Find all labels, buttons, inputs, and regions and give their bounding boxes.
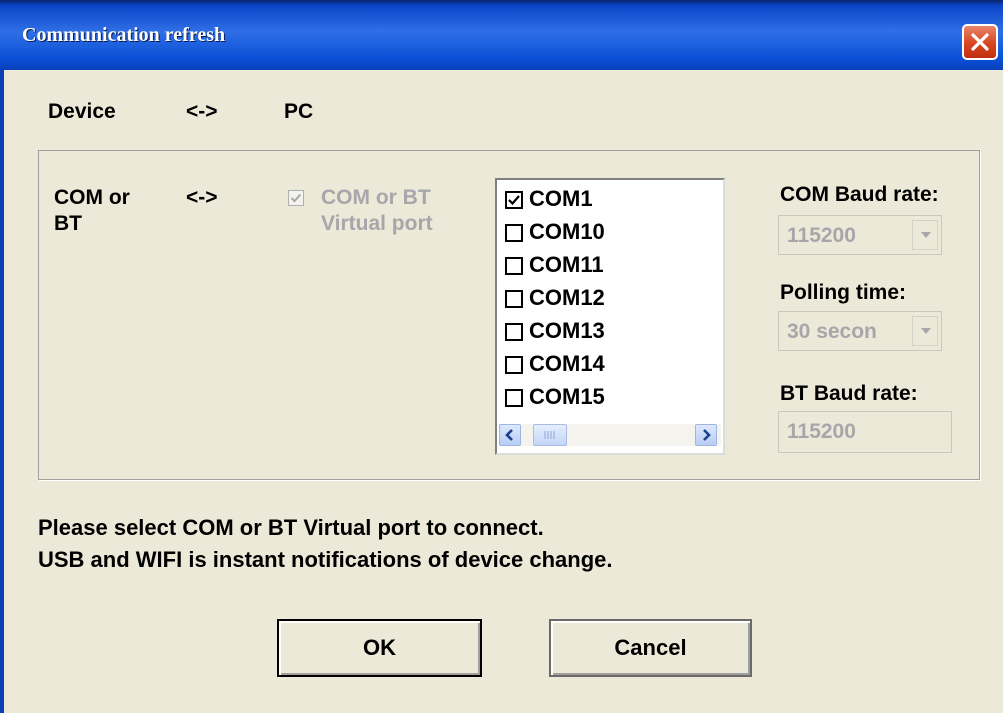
instruction-line-1: Please select COM or BT Virtual port to … — [38, 515, 544, 540]
dropdown-button[interactable] — [912, 316, 938, 346]
cancel-button[interactable]: Cancel — [549, 619, 752, 677]
port-checkbox[interactable] — [505, 257, 523, 275]
scroll-right-button[interactable] — [695, 424, 717, 446]
com-arrow-label: <-> — [186, 186, 218, 209]
checkmark-icon — [290, 193, 302, 203]
port-checkbox[interactable] — [505, 389, 523, 407]
port-label: COM14 — [529, 351, 605, 376]
connection-arrow-label: <-> — [186, 100, 218, 123]
scroll-thumb[interactable] — [533, 424, 567, 446]
port-checkbox[interactable] — [505, 290, 523, 308]
horizontal-scrollbar[interactable] — [499, 424, 721, 446]
virtual-port-label-line1: COM or BT — [321, 186, 431, 209]
virtual-port-label-line2: Virtual port — [321, 212, 433, 235]
com-bt-label-line1: COM or — [54, 186, 130, 209]
close-x-icon — [971, 33, 989, 51]
bt-baud-value: 115200 — [787, 420, 856, 443]
com-baud-value: 115200 — [787, 224, 856, 247]
com-baud-label: COM Baud rate: — [780, 183, 939, 206]
virtual-port-checkbox[interactable] — [288, 190, 304, 206]
polling-time-label: Polling time: — [780, 281, 906, 304]
port-checkbox[interactable] — [505, 356, 523, 374]
polling-time-select[interactable]: 30 secon — [778, 311, 942, 351]
com-port-item[interactable]: COM10 — [505, 217, 715, 249]
com-port-item[interactable]: COM13 — [505, 316, 715, 348]
com-bt-label-line2: BT — [54, 212, 82, 235]
grip-icon — [544, 431, 555, 439]
port-checkbox[interactable] — [505, 224, 523, 242]
title-bar[interactable]: Communication refresh — [0, 0, 1003, 70]
checkmark-icon — [508, 195, 520, 206]
port-checkbox[interactable] — [505, 191, 523, 209]
pc-label: PC — [284, 100, 314, 123]
window-frame — [0, 70, 4, 713]
bt-baud-field[interactable]: 115200 — [778, 411, 952, 453]
port-label: COM12 — [529, 285, 605, 310]
port-label: COM11 — [529, 252, 604, 277]
port-checkbox[interactable] — [505, 323, 523, 341]
scroll-left-button[interactable] — [499, 424, 521, 446]
com-port-item[interactable]: COM12 — [505, 283, 715, 315]
device-label: Device — [48, 100, 116, 123]
port-label: COM1 — [529, 186, 593, 211]
chevron-down-icon — [921, 232, 931, 238]
com-port-item[interactable]: COM1 — [505, 184, 715, 216]
com-port-item[interactable]: COM11 — [505, 250, 715, 282]
instruction-line-2: USB and WIFI is instant notifications of… — [38, 547, 613, 572]
polling-time-value: 30 secon — [787, 320, 877, 343]
window-title: Communication refresh — [22, 24, 226, 46]
port-label: COM10 — [529, 219, 605, 244]
dropdown-button[interactable] — [912, 220, 938, 250]
port-label: COM15 — [529, 384, 605, 409]
arrow-right-icon — [703, 429, 711, 441]
close-button[interactable] — [962, 24, 998, 60]
com-baud-select[interactable]: 115200 — [778, 215, 942, 255]
chevron-down-icon — [921, 328, 931, 334]
com-port-list[interactable]: COM1 COM10 COM11 COM12 COM13 COM14 COM15 — [495, 178, 725, 455]
arrow-left-icon — [505, 429, 513, 441]
bt-baud-label: BT Baud rate: — [780, 382, 918, 405]
com-port-item[interactable]: COM14 — [505, 349, 715, 381]
com-port-item[interactable]: COM15 — [505, 382, 715, 414]
port-label: COM13 — [529, 318, 605, 343]
ok-button[interactable]: OK — [277, 619, 482, 677]
